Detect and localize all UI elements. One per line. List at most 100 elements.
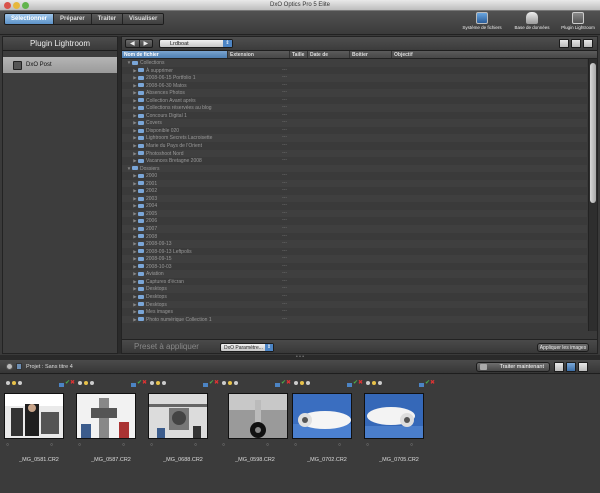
col-size[interactable]: Taille <box>290 51 308 58</box>
rating-dot-icon[interactable]: ○ <box>6 442 9 448</box>
preset-select[interactable]: DxO Paramètre... ⇕ <box>220 343 274 352</box>
rating-dot-icon[interactable]: ○ <box>222 442 225 448</box>
reject-icon[interactable]: ✖ <box>286 380 291 386</box>
thumbnail-image[interactable] <box>148 393 208 439</box>
tree-row[interactable]: ▶ 2008 --- <box>122 233 587 241</box>
tree-row[interactable]: ▶ 2000 --- <box>122 172 587 180</box>
tree-row[interactable]: ▶ Photo numérique Collection 1 --- <box>122 315 587 324</box>
filmstrip-options-button[interactable] <box>566 362 576 372</box>
tab-process[interactable]: Traiter <box>91 14 124 24</box>
back-button[interactable]: ◀ <box>126 40 140 47</box>
reject-icon[interactable]: ✖ <box>70 380 75 386</box>
thumbnail-view-button[interactable] <box>571 39 581 48</box>
thumbnail-image[interactable] <box>76 393 136 439</box>
rating-dot-icon[interactable]: ○ <box>122 442 125 448</box>
tree-row[interactable]: ▶ 2008-06-15 Portfolio 1 --- <box>122 74 587 82</box>
rating-dot-icon[interactable]: ○ <box>410 442 413 448</box>
thumbnail-image[interactable] <box>292 393 352 439</box>
col-extension[interactable]: Extension <box>228 51 290 58</box>
tree-row[interactable]: ▶ 2008-10-03 --- <box>122 263 587 271</box>
tab-prepare[interactable]: Préparer <box>54 14 92 24</box>
thumbnail-image[interactable] <box>4 393 64 439</box>
filmstrip-thumbnail[interactable]: ✔ ✖ ○ ○ _MG_0587.CR2 <box>76 379 147 471</box>
rating-dot-icon[interactable]: ○ <box>294 442 297 448</box>
extension-cell: --- <box>282 74 287 81</box>
tree-row[interactable]: ▶ Desktops --- <box>122 285 587 293</box>
col-lens[interactable]: Objectif <box>392 51 597 58</box>
filmstrip-thumbnail[interactable]: ✔ ✖ ○ ○ _MG_0581.CR2 <box>4 379 75 471</box>
tab-view[interactable]: Visualiser <box>123 14 164 24</box>
project-menu-icon[interactable] <box>16 363 22 370</box>
tree-row[interactable]: ▶ Absences Photos --- <box>122 89 587 97</box>
tree-row[interactable]: ▶ 2008-09-15 --- <box>122 255 587 263</box>
forward-button[interactable]: ▶ <box>140 40 153 47</box>
col-date[interactable]: Date de <box>308 51 350 58</box>
status-dot-icon <box>6 381 10 385</box>
tree-row[interactable]: ▶ Disponible 020 --- <box>122 127 587 135</box>
reject-icon[interactable]: ✖ <box>142 380 147 386</box>
vertical-scrollbar[interactable] <box>588 59 597 331</box>
tree-row[interactable]: ▶ 2006 --- <box>122 217 587 225</box>
rating-dot-icon[interactable]: ○ <box>366 442 369 448</box>
tree-row[interactable]: ▶ 2005 --- <box>122 209 587 218</box>
tree-row[interactable]: ▶ 2007 --- <box>122 225 587 233</box>
source-item-dxo-post[interactable]: DxO Post <box>3 57 117 73</box>
filmstrip-size-button[interactable] <box>578 362 588 372</box>
tree-row[interactable]: ▶ Concours Digital 1 --- <box>122 112 587 120</box>
thumbnail-image[interactable] <box>228 393 288 439</box>
rating-dot-icon[interactable]: ○ <box>194 442 197 448</box>
folder-icon <box>132 166 138 171</box>
view-options-button[interactable] <box>583 39 593 48</box>
tree-row[interactable]: ▶ Desktops --- <box>122 300 587 309</box>
reject-icon[interactable]: ✖ <box>430 380 435 386</box>
tree-row[interactable]: ▶ Collections réservées au blog --- <box>122 104 587 112</box>
col-filename[interactable]: Nom de fichier <box>122 51 228 58</box>
filmstrip-view-button[interactable] <box>554 362 564 372</box>
scrollbar-thumb[interactable] <box>590 63 596 203</box>
reject-icon[interactable]: ✖ <box>358 380 363 386</box>
database-button[interactable]: Base de données <box>512 12 552 30</box>
apply-preset-button[interactable]: Appliquer les images <box>537 343 589 352</box>
tree-row[interactable]: ▶ Lightroom Secrets Lacroisette --- <box>122 134 587 143</box>
filmstrip-thumbnail[interactable]: ✔ ✖ ○ ○ _MG_0705.CR2 <box>364 379 435 471</box>
filmstrip-thumbnail[interactable]: ✔ ✖ ○ ○ _MG_0702.CR2 <box>292 379 363 471</box>
filmstrip-thumbnail[interactable]: ✔ ✖ ○ ○ _MG_0688.CR2 <box>148 379 219 471</box>
tree-row[interactable]: ▶ 2008-09-13 Leftpolis --- <box>122 248 587 256</box>
tree-row[interactable]: ▶ Collection Avant après --- <box>122 97 587 105</box>
tree-row[interactable]: ▶ 2004 --- <box>122 202 587 210</box>
tree-row[interactable]: ▶ 2001 --- <box>122 179 587 188</box>
filmstrip-thumbnail[interactable]: ✔ ✖ ○ ○ _MG_0598.CR2 <box>220 379 291 471</box>
tree-row[interactable]: ▶ Marie du Pays de l'Orient --- <box>122 142 587 150</box>
reject-icon[interactable]: ✖ <box>214 380 219 386</box>
rating-dot-icon[interactable]: ○ <box>78 442 81 448</box>
rating-dot-icon[interactable]: ○ <box>150 442 153 448</box>
tree-row-label: Marie du Pays de l'Orient <box>146 143 202 150</box>
tree-row[interactable]: ▶ 2008-06-30 Matos --- <box>122 82 587 90</box>
process-now-button[interactable]: Traiter maintenant <box>476 362 550 372</box>
tree-row[interactable]: ▶ Mes images --- <box>122 308 587 316</box>
tree-row-label: Lightroom Secrets Lacroisette <box>146 135 213 142</box>
tree-row[interactable]: ▶ Captures d'écran --- <box>122 278 587 286</box>
tree-row[interactable]: ▶ À supprimer --- <box>122 67 587 75</box>
tree-row[interactable]: ▶ 2003 --- <box>122 194 587 203</box>
rating-dot-icon[interactable]: ○ <box>266 442 269 448</box>
tree-row[interactable]: ▶ Vacances Bretagne 2008 --- <box>122 157 587 165</box>
tree-row[interactable]: ▼ Dossiers <box>122 164 587 173</box>
lightroom-plugin-button[interactable]: Plugin Lightroom <box>558 12 598 30</box>
tree-row[interactable]: ▶ Photoshoot Nord --- <box>122 149 587 158</box>
tree-row[interactable]: ▶ 2002 --- <box>122 187 587 195</box>
folder-select[interactable]: Lrdboat ⇕ <box>159 39 233 48</box>
tree-row[interactable]: ▼ Collections <box>122 59 587 67</box>
tree-row[interactable]: ▶ Covers --- <box>122 119 587 127</box>
rating-dot-icon[interactable]: ○ <box>50 442 53 448</box>
tree-row[interactable]: ▶ 2008-09-13 --- <box>122 240 587 248</box>
list-view-button[interactable] <box>559 39 569 48</box>
col-camera[interactable]: Boitier <box>350 51 392 58</box>
tab-select[interactable]: Sélectionner <box>5 14 55 24</box>
file-system-button[interactable]: Système de fichiers <box>462 12 502 30</box>
tree-row[interactable]: ▶ Desktops --- <box>122 293 587 301</box>
thumbnail-image[interactable] <box>364 393 424 439</box>
tree-row[interactable]: ▶ Aviation --- <box>122 270 587 278</box>
extension-cell: --- <box>282 81 287 88</box>
rating-dot-icon[interactable]: ○ <box>338 442 341 448</box>
